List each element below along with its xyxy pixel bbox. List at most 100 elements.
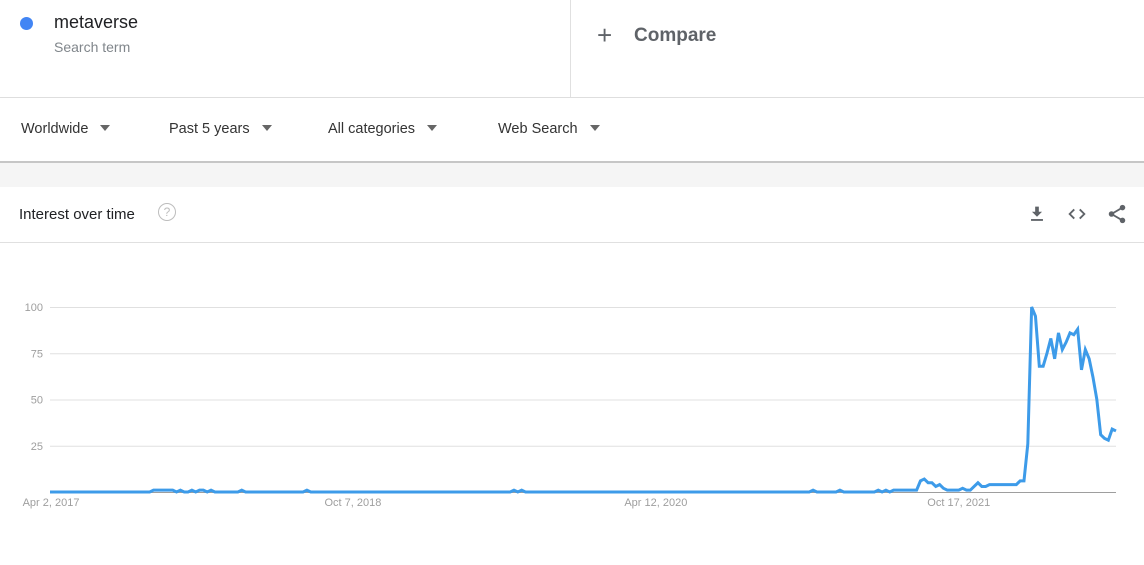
data-point[interactable] [673, 490, 677, 494]
data-point[interactable] [217, 490, 221, 494]
data-point[interactable] [48, 490, 52, 494]
data-point[interactable] [627, 490, 631, 494]
data-point[interactable] [232, 490, 236, 494]
data-point[interactable] [727, 490, 731, 494]
data-point[interactable] [228, 490, 232, 494]
data-point[interactable] [650, 490, 654, 494]
data-point[interactable] [374, 490, 378, 494]
data-point[interactable] [278, 490, 282, 494]
data-point[interactable] [984, 484, 988, 488]
data-point[interactable] [915, 488, 919, 492]
data-point[interactable] [497, 490, 501, 494]
data-point[interactable] [397, 490, 401, 494]
compare-button[interactable]: + Compare [571, 0, 1144, 98]
filter-search-type-dropdown[interactable]: Web Search [498, 121, 600, 137]
data-point[interactable] [573, 490, 577, 494]
data-point[interactable] [742, 490, 746, 494]
data-point[interactable] [366, 490, 370, 494]
data-point[interactable] [1072, 333, 1076, 337]
data-point[interactable] [1041, 364, 1045, 368]
data-point[interactable] [439, 490, 443, 494]
data-point[interactable] [593, 490, 597, 494]
data-point[interactable] [807, 490, 811, 494]
data-point[interactable] [1068, 331, 1072, 335]
data-point[interactable] [531, 490, 535, 494]
data-point[interactable] [1037, 364, 1041, 368]
data-point[interactable] [754, 490, 758, 494]
data-point[interactable] [94, 490, 98, 494]
filter-time-range-dropdown[interactable]: Past 5 years [169, 121, 272, 137]
data-point[interactable] [447, 490, 451, 494]
data-point[interactable] [489, 490, 493, 494]
data-point[interactable] [911, 488, 915, 492]
data-point[interactable] [305, 488, 309, 492]
data-point[interactable] [282, 490, 286, 494]
data-point[interactable] [60, 490, 64, 494]
data-point[interactable] [155, 488, 159, 492]
data-point[interactable] [550, 490, 554, 494]
data-point[interactable] [792, 490, 796, 494]
data-point[interactable] [558, 490, 562, 494]
data-point[interactable] [313, 490, 317, 494]
data-point[interactable] [581, 490, 585, 494]
data-point[interactable] [700, 490, 704, 494]
data-point[interactable] [420, 490, 424, 494]
search-term-name[interactable]: metaverse [54, 12, 138, 33]
data-point[interactable] [1110, 427, 1114, 431]
data-point[interactable] [1114, 429, 1118, 433]
data-point[interactable] [815, 490, 819, 494]
data-point[interactable] [941, 486, 945, 490]
data-point[interactable] [332, 490, 336, 494]
data-point[interactable] [1083, 348, 1087, 352]
data-point[interactable] [190, 488, 194, 492]
search-term-card[interactable]: metaverse Search term [0, 0, 571, 98]
data-point[interactable] [255, 490, 259, 494]
data-point[interactable] [685, 490, 689, 494]
data-point[interactable] [1010, 483, 1014, 487]
data-point[interactable] [83, 490, 87, 494]
data-point[interactable] [796, 490, 800, 494]
data-point[interactable] [826, 490, 830, 494]
data-point[interactable] [355, 490, 359, 494]
data-point[interactable] [316, 490, 320, 494]
data-point[interactable] [129, 490, 133, 494]
data-point[interactable] [750, 490, 754, 494]
data-point[interactable] [926, 481, 930, 485]
data-point[interactable] [431, 490, 435, 494]
data-point[interactable] [1076, 327, 1080, 331]
data-point[interactable] [458, 490, 462, 494]
data-point[interactable] [589, 490, 593, 494]
data-point[interactable] [274, 490, 278, 494]
data-point[interactable] [263, 490, 267, 494]
data-point[interactable] [1053, 357, 1057, 361]
data-point[interactable] [75, 490, 79, 494]
data-point[interactable] [401, 490, 405, 494]
data-point[interactable] [98, 490, 102, 494]
data-point[interactable] [343, 490, 347, 494]
data-point[interactable] [738, 490, 742, 494]
data-point[interactable] [554, 490, 558, 494]
data-point[interactable] [669, 490, 673, 494]
data-point[interactable] [520, 488, 524, 492]
data-point[interactable] [623, 490, 627, 494]
data-point[interactable] [224, 490, 228, 494]
data-point[interactable] [336, 490, 340, 494]
data-point[interactable] [903, 488, 907, 492]
data-point[interactable] [451, 490, 455, 494]
data-point[interactable] [980, 484, 984, 488]
data-point[interactable] [240, 488, 244, 492]
data-point[interactable] [865, 490, 869, 494]
data-point[interactable] [995, 483, 999, 487]
data-point[interactable] [1014, 483, 1018, 487]
data-point[interactable] [918, 479, 922, 483]
data-point[interactable] [546, 490, 550, 494]
data-point[interactable] [999, 483, 1003, 487]
data-point[interactable] [880, 490, 884, 494]
data-point[interactable] [159, 488, 163, 492]
data-point[interactable] [949, 488, 953, 492]
data-point[interactable] [113, 490, 117, 494]
data-point[interactable] [777, 490, 781, 494]
data-point[interactable] [784, 490, 788, 494]
data-point[interactable] [470, 490, 474, 494]
data-point[interactable] [681, 490, 685, 494]
